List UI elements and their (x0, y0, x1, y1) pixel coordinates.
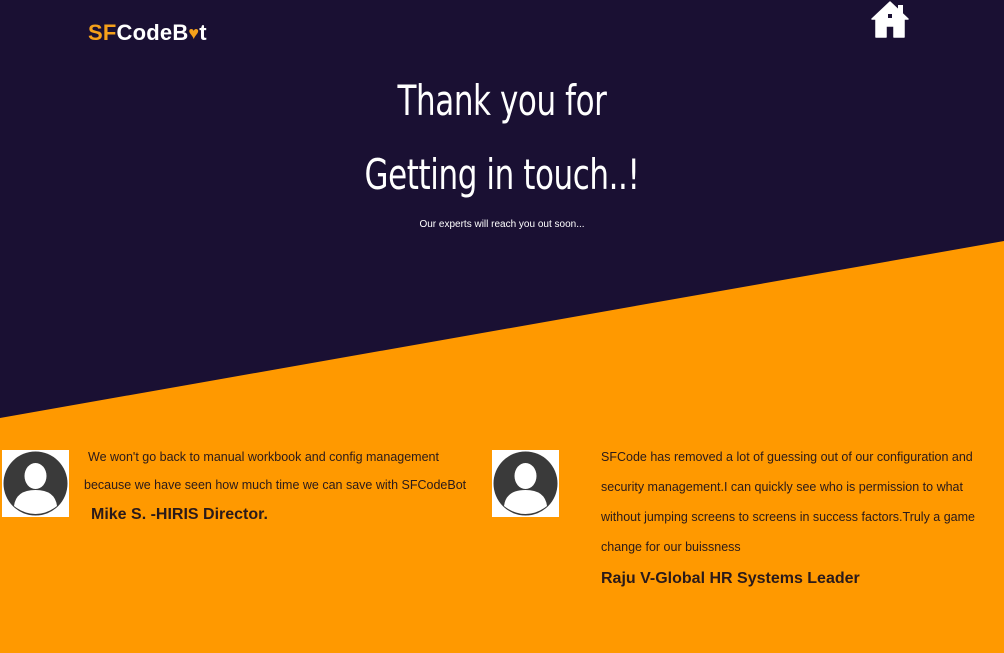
sfcodebot-logo[interactable]: SFCodeB♥t (88, 20, 207, 46)
hero-subtitle: Our experts will reach you out soon... (419, 219, 585, 230)
home-icon (871, 1, 909, 38)
testimonial-2-author: Raju V-Global HR Systems Leader (601, 570, 860, 587)
testimonial-2-line1: SFCode has removed a lot of guessing out… (601, 450, 973, 464)
heart-icon: ♥ (188, 23, 200, 43)
testimonial-2-line2: security management.I can quickly see wh… (601, 480, 963, 494)
testimonial-2-line3: without jumping screens to screens in su… (601, 510, 975, 524)
testimonial-1-author: Mike S. -HIRIS Director. (91, 506, 268, 523)
testimonial-2-line4: change for our buissness (601, 540, 741, 554)
testimonial-1-line1: We won't go back to manual workbook and … (88, 450, 439, 464)
testimonial-avatar-1 (2, 450, 69, 517)
testimonial-avatar-2 (492, 450, 559, 517)
home-button[interactable] (868, 0, 912, 40)
hero-title-line2: Getting in touch..! (364, 150, 640, 199)
testimonial-1-line2: because we have seen how much time we ca… (84, 478, 467, 492)
user-avatar-icon (493, 451, 558, 516)
user-avatar-icon (3, 451, 68, 516)
hero-title-line1: Thank you for (397, 76, 607, 125)
